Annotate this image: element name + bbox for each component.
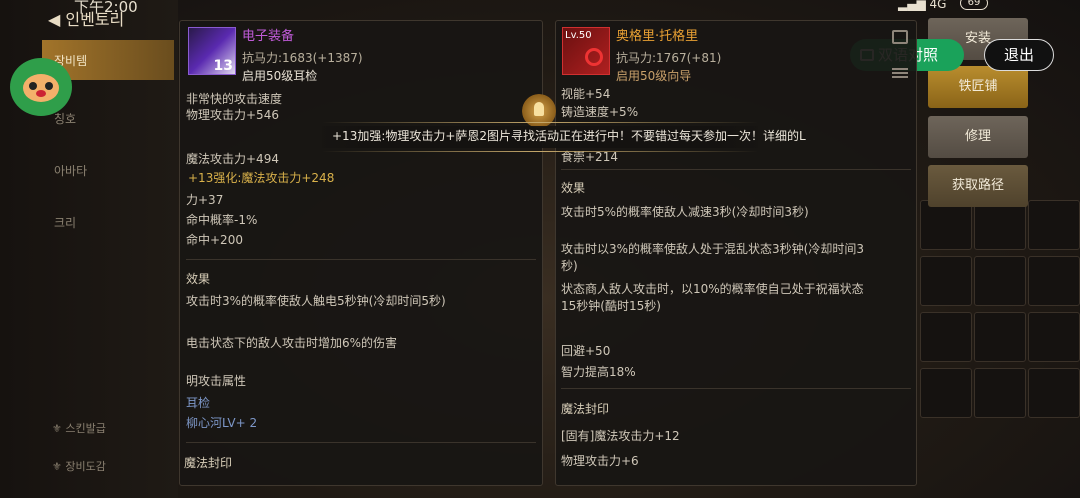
inventory-grid — [920, 200, 1080, 498]
repair-button[interactable]: 修理 — [928, 116, 1028, 158]
nav-tab-4[interactable]: 크리 — [42, 202, 174, 242]
blacksmith-button[interactable]: 铁匠铺 — [928, 66, 1028, 108]
attr-line: 魔法攻击力+494 — [186, 152, 279, 166]
attr-line: 命中+200 — [186, 233, 243, 247]
battery-icon: 69 — [960, 0, 988, 10]
item-tag: 柳心河LV+ 2 — [186, 416, 258, 430]
nav-tab-label: 크리 — [54, 216, 77, 230]
repair-label: 修理 — [964, 129, 991, 144]
element-label: 明攻击属性 — [186, 374, 247, 388]
divider — [561, 169, 911, 170]
item-resist: 抗马力:1767(+81) — [616, 51, 722, 65]
item-requirement: 启用50级向导 — [616, 69, 692, 83]
inventory-slot[interactable] — [1028, 312, 1080, 362]
inventory-slot[interactable] — [974, 200, 1026, 250]
item-tooltip-right: Lv.50 奥格里·托格里 抗马力:1767(+81) 启用50级向导 视能+5… — [555, 20, 917, 486]
seal-line: [固有]魔法攻击力+12 — [561, 429, 680, 443]
exit-button[interactable]: 退出 — [984, 39, 1054, 71]
attr-line: 非常快的攻击速度 — [186, 92, 283, 106]
mascot-nose — [36, 90, 46, 97]
codex-button[interactable]: ⚜ 장비도감 — [52, 458, 106, 474]
effect-line: 攻击时以3%的概率使敌人处于混乱状态3秒钟(冷却时间3秒) — [561, 242, 864, 273]
effect-line: 状态商人敌人攻击时，以10%的概率使自己处于祝福状态15秒钟(酷时15秒) — [561, 282, 864, 313]
codex-label: 장비도감 — [65, 460, 106, 473]
attr-line: 铸造速度+5% — [561, 105, 639, 119]
equipment-icon: Lv.50 — [562, 27, 610, 75]
item-tooltip-left: 13 电子装备 抗马力:1683(+1387) 启用50级耳检 非常快的攻击速度… — [179, 20, 543, 486]
network-indicator: ▂▄▆ 4G — [898, 0, 946, 11]
inventory-slot[interactable] — [1028, 368, 1080, 418]
blacksmith-label: 铁匠铺 — [958, 79, 998, 94]
menu-icon[interactable] — [892, 68, 908, 78]
seal-title: 魔法封印 — [184, 456, 233, 470]
item-tag: 耳检 — [186, 396, 211, 410]
item-name: 奥格里·托格里 — [616, 29, 699, 44]
status-bar: 下午2:00 ▂▄▆ 4G 69 — [0, 0, 1080, 18]
network-label: 4G — [929, 0, 947, 11]
inventory-slot[interactable] — [920, 256, 972, 306]
effect-line: 攻击时3%的概率使敌人触电5秒钟(冷却时间5秒) — [186, 294, 446, 308]
effect-title: 效果 — [186, 272, 211, 286]
attr-line: 视能+54 — [561, 87, 611, 101]
effect-line: 电击状态下的敌人攻击时增加6%的伤害 — [186, 336, 398, 350]
notice-banner[interactable]: +13加强:物理攻击力+萨恩2图片寻找活动正在进行中！不要错过每天参加一次！详细… — [322, 122, 806, 152]
attr-line: 物理攻击力+546 — [186, 108, 279, 122]
inventory-slot[interactable] — [1028, 256, 1080, 306]
divider — [186, 442, 536, 443]
inventory-slot[interactable] — [1028, 200, 1080, 250]
extra-line: 回避+50 — [561, 344, 611, 358]
inventory-slot[interactable] — [920, 368, 972, 418]
external-link-icon[interactable] — [892, 30, 908, 44]
level-badge: Lv.50 — [565, 30, 592, 41]
notice-text: +13加强:物理攻击力+萨恩2图片寻找活动正在进行中！不要错过每天参加一次！详细… — [332, 129, 806, 143]
item-requirement: 启用50级耳检 — [242, 69, 318, 83]
enhance-level-badge: 13 — [213, 58, 233, 74]
skin-button[interactable]: ⚜ 스킨발급 — [52, 420, 106, 436]
nav-tab-label: 아바타 — [54, 164, 88, 178]
locked-icon — [585, 48, 603, 66]
divider — [186, 259, 536, 260]
attr-line: 命中概率-1% — [186, 213, 258, 227]
effect-title: 效果 — [561, 181, 586, 195]
status-time: 下午2:00 — [74, 0, 138, 16]
item-resist: 抗马力:1683(+1387) — [242, 51, 363, 65]
nav-tab-label: 칭호 — [54, 112, 77, 126]
attr-line-enhance: +13强化:魔法攻击力+248 — [188, 171, 335, 185]
mascot-face — [23, 74, 59, 102]
mascot-eye — [45, 82, 53, 90]
acquire-route-label: 获取路径 — [951, 178, 1004, 193]
seal-title: 魔法封印 — [561, 402, 610, 416]
weapon-icon: 13 — [188, 27, 236, 75]
nav-tab-3[interactable]: 아바타 — [42, 150, 174, 190]
skin-label: 스킨발급 — [65, 422, 106, 435]
acquire-route-button[interactable]: 获取路径 — [928, 165, 1028, 207]
mascot-avatar-icon[interactable] — [10, 58, 72, 116]
divider — [561, 388, 911, 389]
inventory-slot[interactable] — [974, 312, 1026, 362]
item-name: 电子装备 — [242, 29, 295, 44]
mascot-eye — [29, 82, 37, 90]
exit-label: 退出 — [1003, 46, 1034, 64]
inventory-slot[interactable] — [920, 200, 972, 250]
seal-line: 物理攻击力+6 — [561, 454, 639, 468]
inventory-slot[interactable] — [920, 312, 972, 362]
extra-line: 智力提高18% — [561, 365, 636, 379]
attr-line: 力+37 — [186, 193, 224, 207]
inventory-slot[interactable] — [974, 368, 1026, 418]
inventory-slot[interactable] — [974, 256, 1026, 306]
effect-line: 攻击时5%的概率使敌人减速3秒(冷却时间3秒) — [561, 205, 809, 219]
